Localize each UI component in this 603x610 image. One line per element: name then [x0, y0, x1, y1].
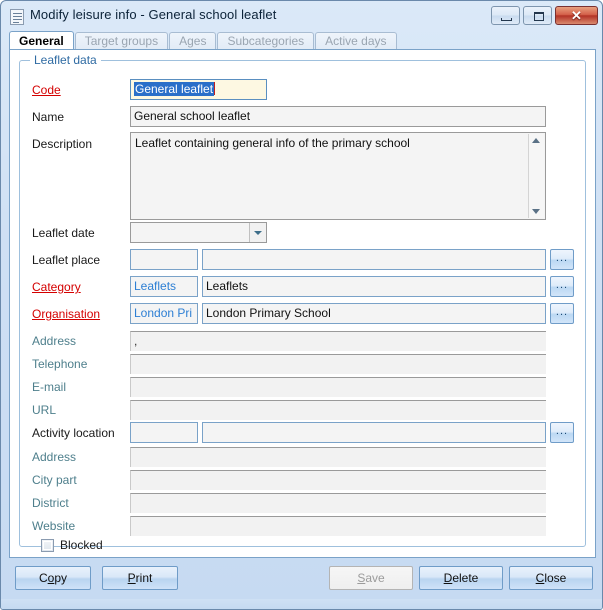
scroll-down-icon[interactable]: [532, 209, 540, 214]
location-city-part-value: [130, 470, 546, 490]
delete-button[interactable]: Delete: [419, 566, 503, 590]
maximize-icon: [534, 12, 544, 21]
label-activity-location: Activity location: [32, 426, 115, 440]
activity-location-name-input[interactable]: [202, 422, 546, 443]
description-value: Leaflet containing general info of the p…: [135, 136, 410, 150]
tab-ages[interactable]: Ages: [169, 32, 217, 50]
organisation-email-value: [130, 377, 546, 397]
category-name-input[interactable]: Leaflets: [202, 276, 546, 297]
label-description: Description: [32, 137, 93, 151]
code-input-value: General leaflet: [134, 82, 215, 96]
leaflet-date-dropdown-button[interactable]: [249, 223, 266, 242]
text-caret: [214, 82, 216, 95]
window-title: Modify leisure info - General school lea…: [30, 7, 277, 22]
label-organisation-email: E-mail: [32, 380, 67, 394]
leaflet-date-combobox[interactable]: [130, 222, 267, 243]
leaflet-place-code-input[interactable]: [130, 249, 198, 270]
label-location-website: Website: [32, 519, 76, 533]
label-location-address: Address: [32, 450, 77, 464]
organisation-code-input[interactable]: London Pri: [130, 303, 198, 324]
label-organisation: Organisation: [32, 307, 101, 321]
label-category: Category: [32, 280, 81, 294]
label-leaflet-date: Leaflet date: [32, 226, 95, 240]
label-organisation-url: URL: [32, 403, 57, 417]
checkbox-inner: [43, 541, 52, 550]
label-organisation-telephone: Telephone: [32, 357, 88, 371]
window-bottom-strip: [1, 599, 602, 609]
location-district-value: [130, 493, 546, 513]
window-controls: ✕: [491, 6, 598, 25]
description-textarea[interactable]: Leaflet containing general info of the p…: [130, 132, 546, 220]
close-dialog-button[interactable]: Close: [509, 566, 593, 590]
organisation-address-value: ,: [130, 331, 546, 351]
name-input[interactable]: General school leaflet: [130, 106, 546, 127]
label-name: Name: [32, 110, 65, 124]
dialog-button-bar: Copy Print Save Delete Close: [9, 563, 596, 597]
tab-active-days[interactable]: Active days: [315, 32, 397, 50]
leaflet-place-browse-button[interactable]: ...: [550, 249, 574, 270]
label-organisation-address: Address: [32, 334, 77, 348]
tab-strip: General Target groups Ages Subcategories…: [9, 31, 596, 50]
category-browse-button[interactable]: ...: [550, 276, 574, 297]
organisation-browse-button[interactable]: ...: [550, 303, 574, 324]
category-code-input[interactable]: Leaflets: [130, 276, 198, 297]
leaflet-place-name-input[interactable]: [202, 249, 546, 270]
label-leaflet-place: Leaflet place: [32, 253, 101, 267]
tab-page-general: Leaflet data Code General leaflet Name G…: [9, 49, 596, 558]
print-button[interactable]: Print: [102, 566, 178, 590]
chevron-down-icon: [254, 231, 262, 235]
label-code: Code: [32, 83, 61, 97]
scroll-up-icon[interactable]: [532, 138, 540, 143]
tab-target-groups[interactable]: Target groups: [74, 32, 169, 50]
document-icon: [10, 9, 24, 25]
close-icon: ✕: [571, 8, 582, 23]
copy-button[interactable]: Copy: [15, 566, 91, 590]
minimize-icon: [501, 18, 512, 21]
title-bar[interactable]: Modify leisure info - General school lea…: [1, 1, 602, 31]
maximize-button[interactable]: [523, 6, 552, 25]
minimize-button[interactable]: [491, 6, 520, 25]
close-button[interactable]: ✕: [555, 6, 598, 25]
activity-location-code-input[interactable]: [130, 422, 198, 443]
location-address-value: [130, 447, 546, 467]
organisation-url-value: [130, 400, 546, 420]
location-website-value: [130, 516, 546, 536]
organisation-telephone-value: [130, 354, 546, 374]
blocked-checkbox[interactable]: [41, 539, 54, 552]
tab-subcategories[interactable]: Subcategories: [217, 32, 315, 50]
organisation-name-input[interactable]: London Primary School: [202, 303, 546, 324]
label-blocked: Blocked: [60, 538, 103, 552]
label-location-city-part: City part: [32, 473, 77, 487]
leaflet-data-group: Leaflet data Code General leaflet Name G…: [19, 53, 586, 552]
activity-location-browse-button[interactable]: ...: [550, 422, 574, 443]
group-caption: Leaflet data: [30, 53, 101, 67]
description-scrollbar[interactable]: [528, 134, 544, 218]
code-input[interactable]: General leaflet: [130, 79, 267, 100]
modify-leisure-info-window: Modify leisure info - General school lea…: [0, 0, 603, 610]
tab-general[interactable]: General: [9, 31, 74, 50]
label-location-district: District: [32, 496, 69, 510]
save-button[interactable]: Save: [329, 566, 413, 590]
